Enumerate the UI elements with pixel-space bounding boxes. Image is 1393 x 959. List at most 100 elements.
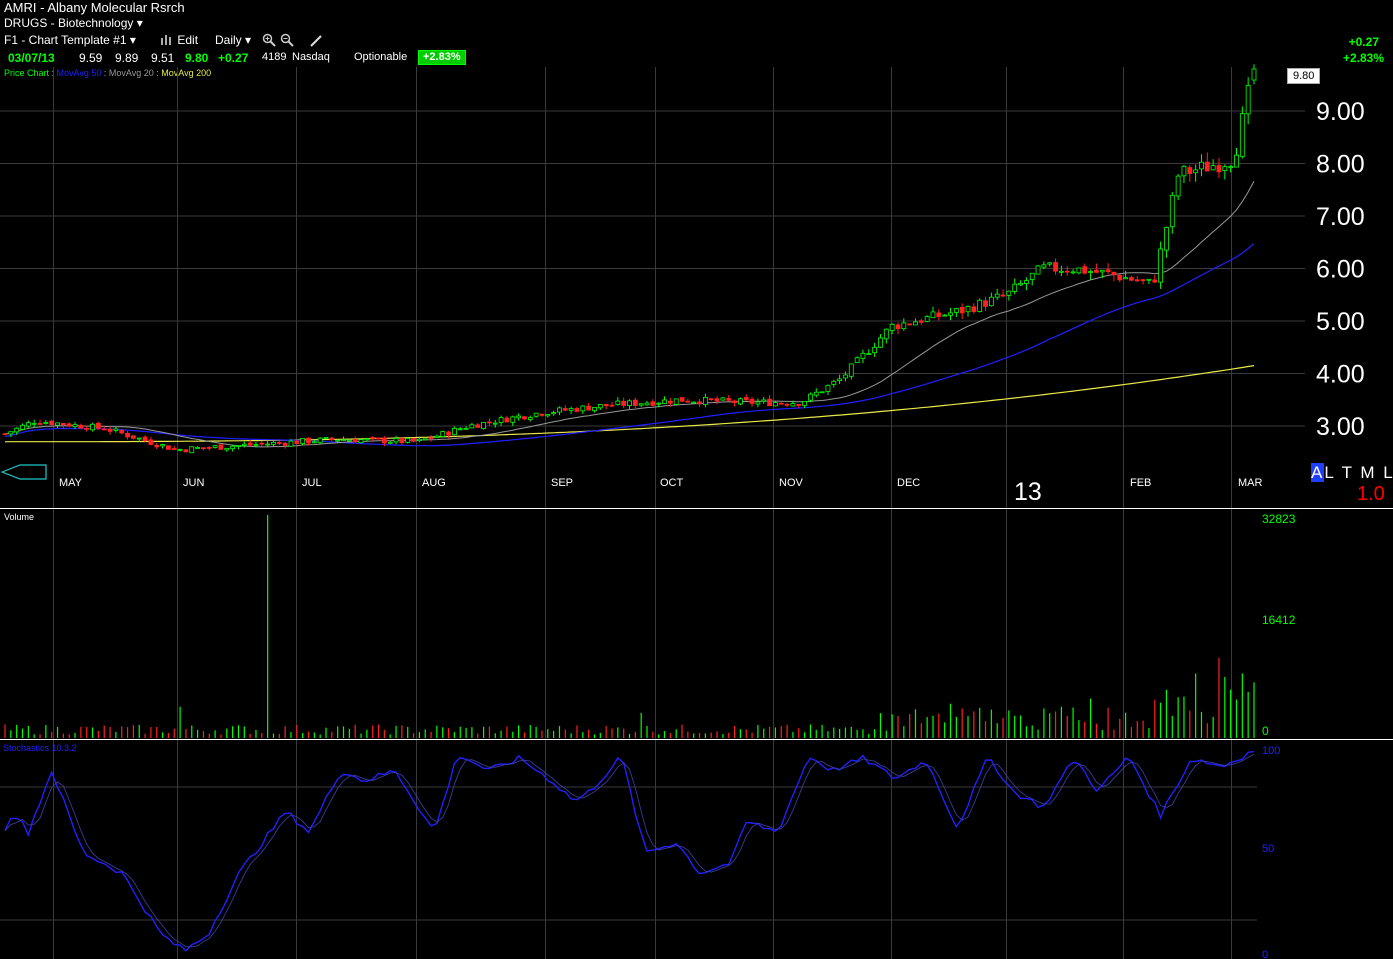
candle-body [276,442,282,444]
candle-body [609,404,615,407]
candle-body [90,423,95,431]
candle-body [113,428,119,431]
candle-body [1076,267,1082,274]
candle-body [1234,154,1239,168]
candle-body [1058,270,1064,273]
candle-body [8,431,14,435]
view-buttons[interactable]: AL T M L [1311,463,1393,483]
stochastic-title: Stochastics 10.3.2 [3,743,77,753]
candle-body [831,380,837,385]
candle-body [1169,194,1175,228]
candle-body [621,400,627,406]
volume-axis-label: 16412 [1262,613,1296,627]
candle-body [942,314,948,317]
candle-body [1140,279,1146,282]
candle-body [714,398,720,402]
candle-body [101,428,107,431]
candle-body [1000,294,1006,297]
month-label: JUN [183,477,204,489]
price-axis-label: 8.00 [1316,151,1365,179]
candle-body [1117,274,1123,281]
candle-body [603,403,609,407]
candle-body [930,311,936,319]
candle-body [802,400,807,406]
candle-body [201,447,206,450]
candle-body [271,441,276,445]
candle-body [469,424,475,429]
candle-body [1175,175,1181,197]
candle-body [1123,277,1128,280]
candle-body [796,404,802,406]
candle-body [656,402,662,405]
price-axis-labels: 9.00 8.00 7.00 6.00 5.00 4.00 3.00 [1316,98,1365,441]
candle-body [66,423,72,427]
candle-body [335,439,341,442]
stochastic-line [4,750,1255,952]
stochastic-signal-line [4,754,1255,948]
candle-body [20,424,25,430]
candle-body [1146,278,1152,281]
candle-body [1181,165,1187,177]
candle-body [1245,85,1251,115]
chart-area[interactable]: 9.00 8.00 7.00 6.00 5.00 4.00 3.00 MAY JUN JUL AU… [0,0,1393,959]
candle-body [457,428,463,431]
month-label: FEB [1130,477,1151,489]
candle-body [125,432,130,438]
candle-body [854,357,860,364]
candle-body [381,437,387,444]
candle-body [965,306,971,313]
candle-body [364,438,370,441]
candle-body [767,398,772,407]
candle-body [988,296,994,307]
candle-body [241,443,247,446]
candle-body [843,374,848,379]
view-button-a[interactable]: A [1311,463,1325,482]
candle-body [37,423,43,425]
month-label: JUL [302,477,322,489]
candle-body [475,424,481,428]
candle-body [901,322,907,330]
candle-body [160,444,165,447]
candle-body [784,403,790,406]
view-button-rest[interactable]: L T M L [1324,463,1393,482]
candle-body [195,447,201,449]
candle-body [702,397,708,405]
candle-body [72,424,78,427]
candle-body [813,391,819,396]
candle-body [230,445,236,450]
ratio-label: 1.0 [1357,483,1385,505]
candle-body [574,408,580,412]
candle-body [755,401,761,405]
candlesticks [2,64,1257,454]
candle-body [224,447,230,451]
candle-body [1187,167,1193,174]
candle-body [148,439,154,445]
stochastic-axis-labels: 100 50 0 [1262,745,1280,959]
candle-body [1193,169,1199,174]
candle-body [300,438,306,445]
candle-body [568,408,574,411]
candle-body [265,443,271,446]
candle-body [446,431,451,436]
candle-body [323,436,329,439]
price-axis-label: 3.00 [1316,413,1365,441]
candle-body [971,306,977,313]
candle-body [1199,161,1204,170]
candle-body [1239,113,1245,157]
candle-body [183,449,189,453]
candle-body [2,433,8,436]
candle-body [580,405,586,412]
candle-body [808,393,813,401]
month-label: OCT [660,477,684,489]
candle-body [907,323,913,326]
candle-body [177,449,183,451]
candle-body [872,346,878,354]
candle-body [131,435,136,439]
candle-body [889,323,895,331]
candle-body [586,405,592,411]
price-axis-label: 4.00 [1316,361,1365,389]
candle-body [306,437,311,444]
candle-body [1035,265,1041,275]
candle-body [206,446,212,449]
candle-body [1053,262,1058,272]
